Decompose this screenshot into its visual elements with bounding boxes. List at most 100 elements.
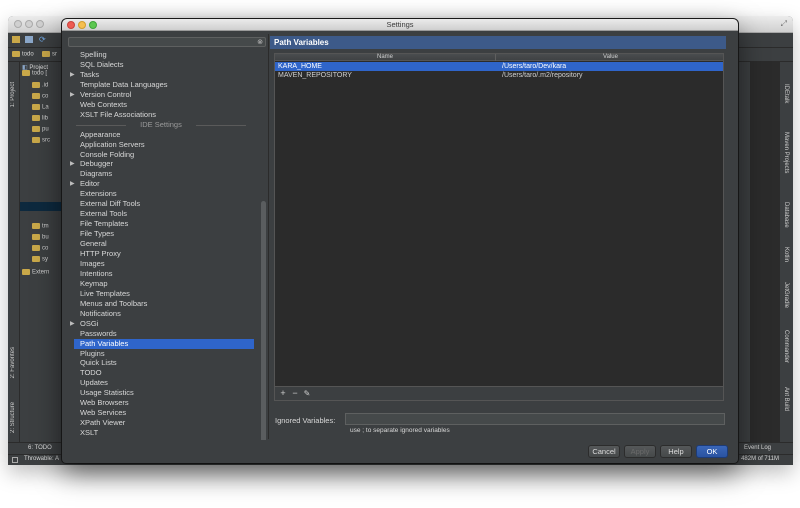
settings-item-path-variables[interactable]: Path Variables — [80, 339, 128, 349]
tab-favorites[interactable]: 2: Favorites — [10, 347, 16, 378]
settings-item-usage-statistics[interactable]: Usage Statistics — [80, 388, 134, 398]
project-tree-item[interactable]: tm — [32, 223, 49, 230]
close-icon[interactable] — [67, 21, 75, 29]
save-icon[interactable] — [25, 36, 33, 43]
tab-database[interactable]: Database — [783, 202, 789, 228]
ignored-variables-input[interactable] — [345, 413, 725, 425]
expand-arrow-icon[interactable]: ▶ — [70, 159, 75, 169]
tree-scrollbar[interactable] — [261, 201, 266, 440]
settings-item-appearance[interactable]: Appearance — [80, 130, 120, 140]
remove-icon[interactable]: − — [290, 388, 300, 399]
settings-item-xslt[interactable]: XSLT — [80, 428, 98, 438]
project-tree-item[interactable]: co — [32, 93, 48, 100]
fullscreen-icon[interactable]: ⤢ — [781, 19, 787, 29]
column-header-value[interactable]: Value — [496, 54, 725, 61]
tab-kotlin[interactable]: Kotlin — [783, 247, 789, 262]
breadcrumb-src[interactable]: sr — [42, 51, 57, 58]
status-message[interactable]: Throwable: A — [24, 456, 59, 462]
clear-search-icon[interactable]: ⊗ — [257, 38, 263, 47]
project-tree-item[interactable]: lib — [32, 115, 48, 122]
ide-max-icon[interactable] — [36, 20, 44, 28]
project-tree-item[interactable]: src — [32, 137, 50, 144]
settings-item-todo[interactable]: TODO — [80, 368, 102, 378]
settings-item-plugins[interactable]: Plugins — [80, 349, 105, 359]
settings-item-version-control[interactable]: Version Control — [80, 90, 131, 100]
settings-item-editor[interactable]: Editor — [80, 179, 100, 189]
settings-item-images[interactable]: Images — [80, 259, 105, 269]
column-header-name[interactable]: Name — [275, 54, 495, 61]
settings-item-quick-lists[interactable]: Quick Lists — [80, 358, 117, 368]
settings-item-updates[interactable]: Updates — [80, 378, 108, 388]
settings-item-tasks[interactable]: Tasks — [80, 70, 99, 80]
memory-indicator[interactable]: 482M of 711M — [741, 456, 779, 462]
settings-item-external-diff-tools[interactable]: External Diff Tools — [80, 199, 140, 209]
settings-item-live-templates[interactable]: Live Templates — [80, 289, 130, 299]
tab-commander[interactable]: Commander — [783, 330, 789, 363]
settings-item-notifications[interactable]: Notifications — [80, 309, 121, 319]
settings-item-debugger[interactable]: Debugger — [80, 159, 113, 169]
edit-icon[interactable]: ✎ — [302, 388, 312, 399]
tab-structure[interactable]: 2: Structure — [10, 402, 16, 433]
settings-item-application-servers[interactable]: Application Servers — [80, 140, 145, 150]
settings-item-file-templates[interactable]: File Templates — [80, 219, 128, 229]
ok-button[interactable]: OK — [696, 445, 728, 458]
splitter[interactable] — [268, 34, 269, 439]
settings-item-file-types[interactable]: File Types — [80, 229, 114, 239]
settings-item-intentions[interactable]: Intentions — [80, 269, 113, 279]
settings-item-sql-dialects[interactable]: SQL Dialects — [80, 60, 124, 70]
settings-item-extensions[interactable]: Extensions — [80, 189, 117, 199]
table-row[interactable]: KARA_HOME /Users/taro/Dev/kara — [275, 62, 723, 71]
settings-item-console-folding[interactable]: Console Folding — [80, 150, 134, 160]
expand-arrow-icon[interactable]: ▶ — [70, 179, 75, 189]
status-toggle-icon[interactable] — [12, 457, 18, 463]
settings-item-http-proxy[interactable]: HTTP Proxy — [80, 249, 121, 259]
minimize-icon[interactable] — [78, 21, 86, 29]
settings-search-input[interactable]: ⊗ — [68, 37, 266, 47]
settings-item-keymap[interactable]: Keymap — [80, 279, 108, 289]
project-tree-item[interactable]: .id — [32, 82, 48, 89]
project-tree-item[interactable]: bu — [32, 234, 49, 241]
settings-item-web-browsers[interactable]: Web Browsers — [80, 398, 129, 408]
settings-item-general[interactable]: General — [80, 239, 107, 249]
table-row[interactable]: MAVEN_REPOSITORY /Users/taro/.m2/reposit… — [275, 71, 723, 80]
ide-close-icon[interactable] — [14, 20, 22, 28]
settings-item-menus-and-toolbars[interactable]: Menus and Toolbars — [80, 299, 147, 309]
settings-item-osgi[interactable]: OSGi — [80, 319, 98, 329]
tab-todo[interactable]: 6: TODO — [28, 445, 52, 451]
add-icon[interactable]: + — [278, 388, 288, 399]
tab-ant-build[interactable]: Ant Build — [783, 387, 789, 411]
folder-icon — [32, 234, 40, 240]
settings-item-xpath-viewer[interactable]: XPath Viewer — [80, 418, 125, 428]
settings-item-xslt-file-associations[interactable]: XSLT File Associations — [80, 110, 156, 120]
expand-arrow-icon[interactable]: ▶ — [70, 319, 75, 329]
path-variables-panel: Path Variables Name Value KARA_HOME /Use… — [270, 36, 726, 439]
event-log-tab[interactable]: Event Log — [744, 445, 771, 451]
help-button[interactable]: Help — [660, 445, 692, 458]
settings-item-template-data-languages[interactable]: Template Data Languages — [80, 80, 168, 90]
expand-arrow-icon[interactable]: ▶ — [70, 70, 75, 80]
open-folder-icon[interactable] — [12, 36, 20, 43]
project-tree-item[interactable]: La — [32, 104, 49, 111]
sync-icon[interactable]: ⟳ — [39, 35, 46, 44]
breadcrumb-todo[interactable]: todo — [12, 51, 34, 58]
settings-item-external-tools[interactable]: External Tools — [80, 209, 127, 219]
ide-min-icon[interactable] — [25, 20, 33, 28]
apply-button[interactable]: Apply — [624, 445, 656, 458]
expand-arrow-icon[interactable]: ▶ — [70, 90, 75, 100]
cancel-button[interactable]: Cancel — [588, 445, 620, 458]
tab-project[interactable]: 1: Project — [10, 82, 16, 107]
project-tree-item[interactable]: pu — [32, 126, 49, 133]
settings-item-passwords[interactable]: Passwords — [80, 329, 117, 339]
tab-jetgradle[interactable]: JetGradle — [783, 282, 789, 308]
tab-maven[interactable]: Maven Projects — [783, 132, 789, 173]
settings-item-web-services[interactable]: Web Services — [80, 408, 126, 418]
project-tree-item[interactable]: todo [ — [22, 70, 47, 77]
settings-item-web-contexts[interactable]: Web Contexts — [80, 100, 127, 110]
settings-item-diagrams[interactable]: Diagrams — [80, 169, 112, 179]
maximize-icon[interactable] — [89, 21, 97, 29]
project-tree-item[interactable]: co — [32, 245, 48, 252]
project-tree-item[interactable]: sy — [32, 256, 48, 263]
project-tree-item[interactable]: Extern — [22, 269, 49, 276]
settings-item-spelling[interactable]: Spelling — [80, 50, 107, 60]
tab-idetalk[interactable]: IDEtalk — [783, 84, 789, 103]
